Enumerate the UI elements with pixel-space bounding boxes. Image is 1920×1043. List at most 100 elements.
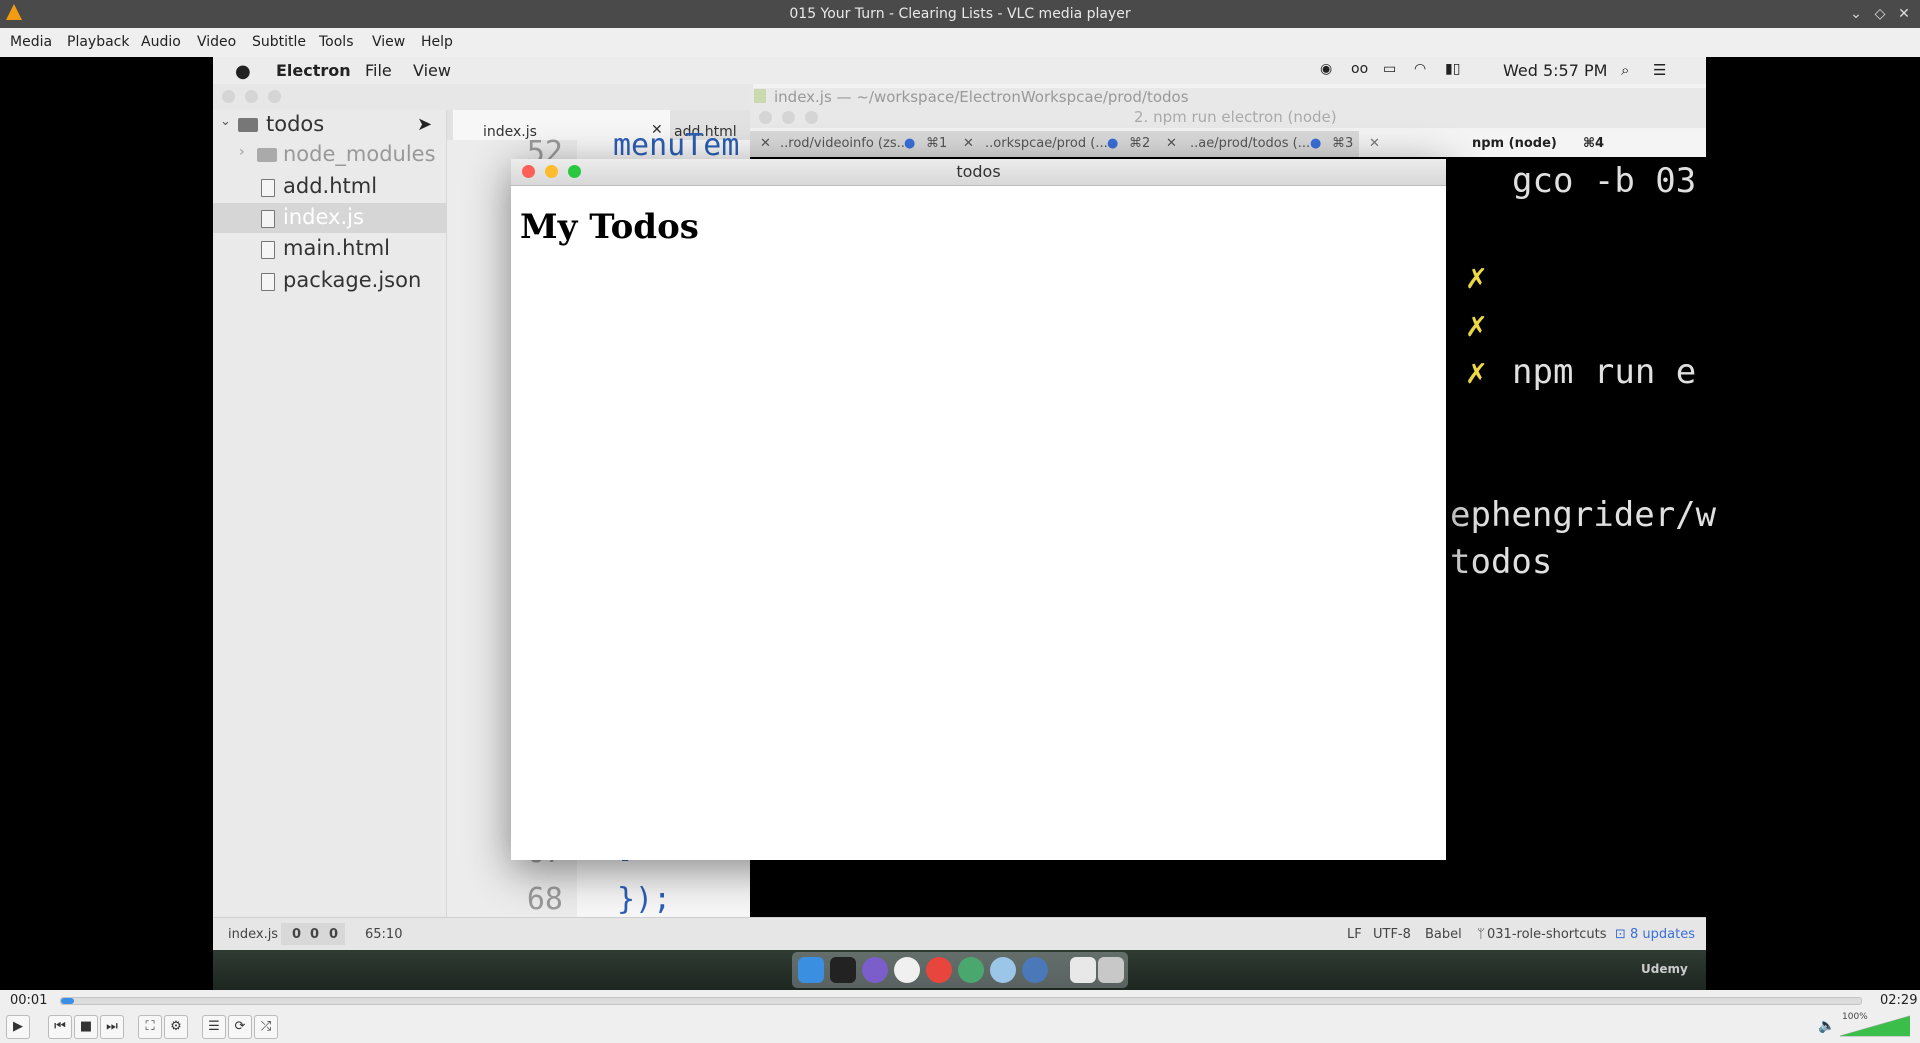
- shuffle-button[interactable]: ⤮: [254, 1015, 278, 1039]
- tab-label: npm (node): [1472, 136, 1557, 151]
- status-cursor[interactable]: 65:10: [365, 927, 402, 942]
- tab-label: ..rod/videoinfo (zs...: [780, 136, 909, 151]
- todos-heading: My Todos: [520, 207, 699, 247]
- stop-button[interactable]: ■: [74, 1015, 98, 1039]
- status-updates[interactable]: 8 updates: [1630, 927, 1695, 942]
- menu-help[interactable]: Help: [421, 34, 453, 50]
- finder-icon: [798, 957, 824, 983]
- settings-icon: [990, 957, 1016, 983]
- editor-window-title: index.js — ~/workspace/ElectronWorkspcae…: [774, 88, 1189, 106]
- status-count[interactable]: 0: [310, 927, 319, 942]
- menu-view[interactable]: View: [372, 34, 405, 50]
- menu-subtitle[interactable]: Subtitle: [252, 34, 306, 50]
- tab-label: ..orkspcae/prod (...: [985, 136, 1108, 151]
- code-line: menuTem: [613, 128, 740, 163]
- tree-item-node-modules[interactable]: › node_modules: [213, 140, 446, 170]
- menu-playback[interactable]: Playback: [67, 34, 129, 50]
- list-icon: ☰: [1653, 61, 1667, 79]
- status-count[interactable]: 0: [292, 927, 301, 942]
- chrome-icon: [926, 957, 952, 983]
- tab-shortcut: ⌘4: [1583, 136, 1605, 151]
- minimize-icon[interactable]: ⌄: [1846, 4, 1866, 24]
- folder-icon: [238, 118, 258, 132]
- tab-close-icon[interactable]: ✕: [1369, 131, 1380, 157]
- play-button[interactable]: ▶: [6, 1015, 30, 1039]
- menu-video[interactable]: Video: [197, 34, 236, 50]
- terminal-window-title: 2. npm run electron (node): [1134, 108, 1337, 126]
- terminal-tab-3[interactable]: ✕ ..ae/prod/todos (... ● ⌘3: [1156, 131, 1356, 157]
- file-tree: ⌄ todos › node_modules add.html index.js…: [213, 110, 447, 917]
- app-name: Electron: [276, 61, 351, 80]
- tree-root-label: todos: [266, 112, 325, 136]
- record-icon: ◉: [1320, 61, 1333, 77]
- volume-slider[interactable]: 100%: [1839, 1012, 1911, 1038]
- terminal-tab-4[interactable]: ✕ npm (node) ⌘4: [1359, 131, 1706, 157]
- tree-item-package-json[interactable]: package.json: [213, 266, 446, 296]
- tree-root[interactable]: ⌄ todos: [213, 110, 446, 140]
- status-grammar[interactable]: Babel: [1425, 927, 1462, 942]
- tree-item-label: node_modules: [283, 142, 436, 166]
- branch-icon: ᛘ: [1477, 927, 1485, 942]
- seek-slider[interactable]: [60, 997, 1862, 1005]
- terminal-tab-1[interactable]: ✕ ..rod/videoinfo (zs... ● ⌘1: [750, 131, 950, 157]
- menu-tools[interactable]: Tools: [319, 34, 354, 50]
- status-line-ending[interactable]: LF: [1347, 927, 1362, 942]
- battery-icon: ▮▯: [1445, 61, 1461, 77]
- tree-item-label: add.html: [283, 174, 378, 198]
- tab-close-icon[interactable]: ✕: [1166, 131, 1177, 157]
- terminal-min-light: [782, 111, 795, 124]
- status-count[interactable]: 0: [329, 927, 338, 942]
- tree-item-label: index.js: [283, 205, 364, 229]
- terminal-x-mark: ✗: [1466, 257, 1487, 297]
- smiley-icon: [894, 957, 920, 983]
- tab-close-icon[interactable]: ✕: [963, 131, 974, 157]
- tree-item-main-html[interactable]: main.html: [213, 234, 446, 264]
- apple-icon: ●: [235, 61, 251, 82]
- file-icon: [261, 179, 275, 197]
- tab-dot-icon: ●: [904, 136, 916, 151]
- atom-icon: [958, 957, 984, 983]
- editor-status-bar: index.js 0 0 0 65:10 LF UTF-8 Babel ᛘ 03…: [213, 917, 1706, 951]
- time-elapsed: 00:01: [10, 993, 48, 1008]
- file-icon: [261, 273, 275, 291]
- status-file[interactable]: index.js: [228, 927, 278, 942]
- todos-title: todos: [956, 162, 1001, 181]
- terminal-max-light: [805, 111, 818, 124]
- vlc-controls: ▶ ⏮ ■ ⏭ ⛶ ⚙ ☰ ⟳ ⤮ 🔈 100%: [0, 1010, 1920, 1043]
- volume-label: 100%: [1842, 1012, 1868, 1022]
- editor-max-light: [268, 90, 281, 103]
- loop-button[interactable]: ⟳: [228, 1015, 252, 1039]
- extended-settings-button[interactable]: ⚙: [164, 1015, 188, 1039]
- airplay-icon: ▭: [1383, 61, 1397, 77]
- documents-icon: [1070, 957, 1096, 983]
- tab-dot-icon: ●: [1310, 136, 1322, 151]
- file-icon: [754, 89, 766, 103]
- maximize-icon[interactable]: ◇: [1870, 4, 1890, 24]
- status-branch[interactable]: 031-role-shortcuts: [1487, 927, 1606, 942]
- terminal-x-mark: ✗: [1466, 305, 1487, 345]
- tree-item-add-html[interactable]: add.html: [213, 172, 446, 202]
- udemy-watermark: Udemy: [1641, 962, 1688, 976]
- close-icon[interactable]: ✕: [1894, 4, 1914, 24]
- tab-shortcut: ⌘2: [1129, 136, 1151, 151]
- terminal-tab-2[interactable]: ✕ ..orkspcae/prod (... ● ⌘2: [953, 131, 1153, 157]
- tree-item-index-js[interactable]: index.js: [213, 203, 446, 233]
- speaker-icon[interactable]: 🔈: [1818, 1018, 1835, 1034]
- mac-menu-view: View: [413, 61, 451, 80]
- menu-audio[interactable]: Audio: [141, 34, 181, 50]
- tab-label: ..ae/prod/todos (...: [1190, 136, 1311, 151]
- mac-dock: [792, 952, 1128, 988]
- fullscreen-button[interactable]: ⛶: [138, 1015, 162, 1039]
- previous-button[interactable]: ⏮: [48, 1015, 72, 1039]
- tab-shortcut: ⌘1: [926, 136, 948, 151]
- tab-dot-icon: ●: [1107, 136, 1119, 151]
- menu-media[interactable]: Media: [10, 34, 52, 50]
- mac-menu-file: File: [365, 61, 392, 80]
- next-button[interactable]: ⏭: [100, 1015, 124, 1039]
- tab-close-icon[interactable]: ✕: [760, 131, 771, 157]
- todos-titlebar: todos: [511, 159, 1446, 186]
- time-total: 02:29: [1880, 993, 1918, 1008]
- playlist-button[interactable]: ☰: [202, 1015, 226, 1039]
- status-encoding[interactable]: UTF-8: [1373, 927, 1411, 942]
- spotlight-icon: ⌕: [1621, 61, 1630, 79]
